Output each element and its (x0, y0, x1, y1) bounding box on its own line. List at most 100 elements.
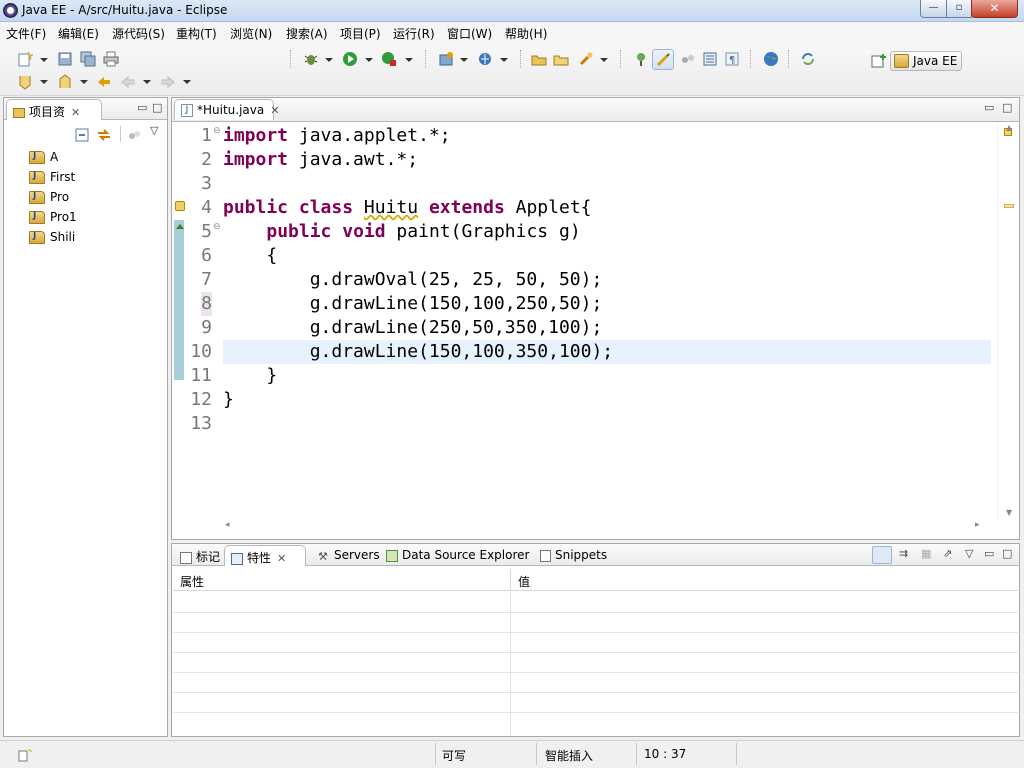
show-advanced-icon[interactable]: ⇉ (899, 547, 908, 560)
code-line[interactable]: } (223, 388, 234, 412)
debug-dropdown-caret[interactable] (325, 58, 333, 62)
save-all-icon[interactable] (80, 51, 96, 67)
column-header-value[interactable]: 值 (518, 573, 530, 590)
next-annotation-icon[interactable] (17, 74, 33, 90)
new-web-service-icon[interactable] (477, 51, 493, 67)
tree-item-project[interactable]: A (29, 150, 58, 168)
search-tool-icon[interactable] (578, 51, 594, 67)
save-icon[interactable] (57, 51, 73, 67)
external-tools-dropdown-caret[interactable] (405, 58, 413, 62)
scroll-down-icon[interactable]: ▼ (1006, 508, 1012, 517)
pin-icon[interactable]: ⇗ (943, 547, 952, 560)
tab-huitu-java[interactable]: J *Huitu.java ✕ (174, 99, 279, 120)
code-line[interactable]: public void paint(Graphics g) (223, 220, 580, 244)
filter-properties-icon[interactable]: ▦ (921, 547, 931, 560)
run-dropdown-caret[interactable] (365, 58, 373, 62)
code-line[interactable]: g.drawOval(25, 25, 50, 50); (223, 268, 603, 292)
external-tools-icon[interactable] (381, 51, 397, 67)
code-line[interactable]: g.drawLine(150,100,350,100); (223, 340, 613, 364)
menu-project[interactable]: 项目(P) (340, 25, 381, 42)
code-line[interactable]: { (223, 244, 277, 268)
scroll-right-icon[interactable]: ▸ (975, 520, 980, 530)
forward-dropdown-caret[interactable] (183, 80, 191, 84)
tree-item-project[interactable]: First (29, 170, 75, 188)
code-line[interactable]: g.drawLine(150,100,250,50); (223, 292, 603, 316)
new-server-dropdown-caret[interactable] (460, 58, 468, 62)
tree-item-project[interactable]: Pro1 (29, 210, 77, 228)
java-ee-perspective-button[interactable]: Java EE (890, 51, 962, 71)
maximize-view-icon[interactable]: □ (1002, 101, 1012, 114)
menu-edit[interactable]: 编辑(E) (58, 25, 99, 42)
code-line[interactable]: } (223, 364, 277, 388)
tab-servers[interactable]: ⚒ Servers (312, 545, 386, 566)
vertical-scrollbar[interactable]: ▲ ▼ (997, 123, 1019, 520)
overview-marker[interactable] (1004, 204, 1014, 208)
view-menu-icon[interactable]: ▽ (965, 547, 973, 560)
show-categories-toggle[interactable] (872, 546, 892, 564)
prev-annotation-icon[interactable] (57, 74, 73, 90)
maximize-view-icon[interactable]: □ (152, 101, 162, 114)
collapse-all-icon[interactable] (75, 128, 89, 142)
tab-data-source-explorer[interactable]: Data Source Explorer (380, 545, 535, 566)
menu-run[interactable]: 运行(R) (393, 25, 435, 42)
new-web-service-dropdown-caret[interactable] (500, 58, 508, 62)
scroll-left-icon[interactable]: ◂ (225, 520, 230, 530)
show-source-icon[interactable] (702, 51, 718, 67)
fold-collapse-icon[interactable]: ⊖ (213, 126, 221, 136)
view-menu-icon[interactable]: ▽ (150, 124, 158, 137)
menu-window[interactable]: 窗口(W) (447, 25, 492, 42)
print-icon[interactable] (103, 51, 119, 67)
menu-search[interactable]: 搜索(A) (286, 25, 328, 42)
code-area[interactable]: 1 2 3 4 5 6 7 8 9 10 11 12 13 ⊖ ⊖ import… (174, 124, 992, 520)
search-dropdown-caret[interactable] (600, 58, 608, 62)
warning-icon[interactable] (175, 201, 185, 211)
menu-source[interactable]: 源代码(S) (112, 25, 165, 42)
new-dropdown-caret[interactable] (40, 58, 48, 62)
back-arrow-icon[interactable] (120, 74, 136, 90)
menu-navigate[interactable]: 浏览(N) (230, 25, 272, 42)
fast-view-icon[interactable] (17, 747, 33, 763)
tab-markers[interactable]: 标记 (174, 545, 226, 566)
minimize-button[interactable]: — (920, 0, 947, 18)
last-edit-location-icon[interactable] (96, 74, 112, 90)
prev-annotation-caret[interactable] (80, 80, 88, 84)
filter-icon[interactable] (127, 128, 141, 142)
minimize-view-icon[interactable]: ▭ (137, 101, 147, 114)
close-icon[interactable]: ✕ (71, 106, 80, 119)
toggle-breadcrumb-icon[interactable] (633, 51, 649, 67)
close-icon[interactable]: ✕ (270, 104, 279, 117)
column-divider[interactable] (510, 569, 511, 590)
link-with-editor-icon[interactable] (96, 127, 112, 143)
menu-help[interactable]: 帮助(H) (505, 25, 547, 42)
debug-icon[interactable] (303, 51, 319, 67)
minimize-view-icon[interactable]: ▭ (984, 101, 994, 114)
code-line[interactable]: import java.awt.*; (223, 148, 418, 172)
maximize-button[interactable]: ▫ (946, 0, 972, 18)
run-icon[interactable] (342, 51, 358, 67)
close-button[interactable]: ✕ (971, 0, 1018, 18)
horizontal-scrollbar[interactable]: ◂ ▸ (221, 520, 991, 534)
code-line[interactable]: g.drawLine(250,50,350,100); (223, 316, 603, 340)
show-whitespace-icon[interactable]: ¶ (724, 51, 740, 67)
open-type-icon[interactable] (531, 51, 547, 67)
mark-occurrences-toggle[interactable] (652, 49, 674, 70)
close-icon[interactable]: ✕ (277, 552, 286, 565)
tab-project-explorer[interactable]: 项目资 ✕ (6, 99, 102, 120)
column-header-property[interactable]: 属性 (180, 573, 204, 590)
tab-properties[interactable]: 特性 ✕ (224, 545, 306, 566)
block-selection-icon[interactable] (680, 51, 696, 67)
open-task-icon[interactable] (553, 51, 569, 67)
fold-collapse-icon[interactable]: ⊖ (213, 222, 221, 232)
menu-file[interactable]: 文件(F) (6, 25, 46, 42)
new-icon[interactable] (17, 51, 33, 67)
sync-icon[interactable] (800, 51, 816, 67)
forward-arrow-icon[interactable] (160, 74, 176, 90)
menu-refactor[interactable]: 重构(T) (176, 25, 217, 42)
maximize-view-icon[interactable]: □ (1002, 547, 1012, 560)
new-server-icon[interactable] (438, 51, 454, 67)
tree-item-project[interactable]: Pro (29, 190, 69, 208)
open-perspective-icon[interactable] (871, 53, 887, 69)
tree-item-project[interactable]: Shili (29, 230, 75, 248)
code-line[interactable]: import java.applet.*; (223, 124, 451, 148)
scroll-up-icon[interactable]: ▲ (1006, 123, 1012, 132)
